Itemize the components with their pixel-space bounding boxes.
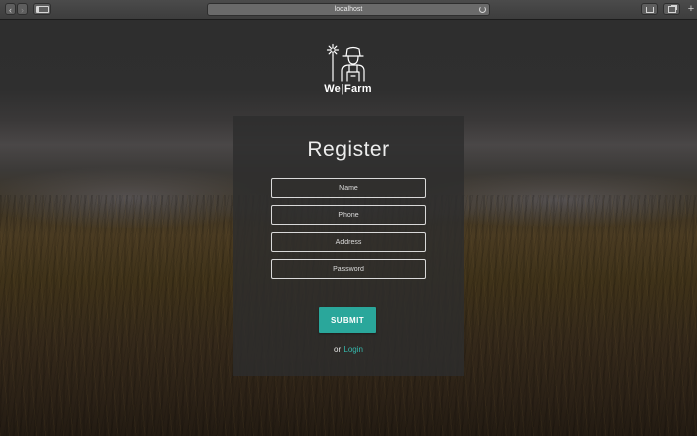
brand-name-right: Farm: [344, 83, 372, 95]
login-prompt: or Login: [233, 345, 464, 355]
url-text: localhost: [334, 6, 363, 13]
farmer-icon: [326, 43, 365, 82]
show-tabs-button[interactable]: [663, 3, 680, 15]
share-button[interactable]: [641, 3, 658, 15]
chevron-left-icon: ‹: [9, 5, 12, 15]
brand-name-left: We: [324, 83, 341, 95]
page-background: We|Farm Register SUBMIT or Login: [0, 20, 697, 436]
sidebar-toggle-button[interactable]: [33, 3, 51, 15]
sidebar-icon: [35, 6, 49, 13]
login-link[interactable]: Login: [343, 345, 363, 354]
brand-logo: We|Farm: [323, 43, 373, 95]
new-tab-button[interactable]: +: [686, 4, 696, 15]
name-input[interactable]: [271, 178, 426, 198]
reload-icon[interactable]: [479, 6, 486, 13]
browser-toolbar: ‹ › localhost +: [0, 0, 697, 20]
plus-icon: +: [687, 3, 695, 15]
submit-button[interactable]: SUBMIT: [319, 307, 376, 333]
forward-button[interactable]: ›: [17, 3, 28, 15]
address-input[interactable]: [271, 232, 426, 252]
back-button[interactable]: ‹: [5, 3, 16, 15]
tabs-icon: [667, 6, 676, 13]
share-icon: [645, 7, 654, 13]
password-input[interactable]: [271, 259, 426, 279]
register-title: Register: [307, 138, 390, 161]
brand-name: We|Farm: [323, 83, 373, 95]
register-card: Register SUBMIT or Login: [233, 116, 464, 376]
login-prompt-prefix: or: [334, 345, 342, 354]
phone-input[interactable]: [271, 205, 426, 225]
address-bar[interactable]: localhost: [207, 3, 490, 16]
chevron-right-icon: ›: [21, 5, 24, 15]
